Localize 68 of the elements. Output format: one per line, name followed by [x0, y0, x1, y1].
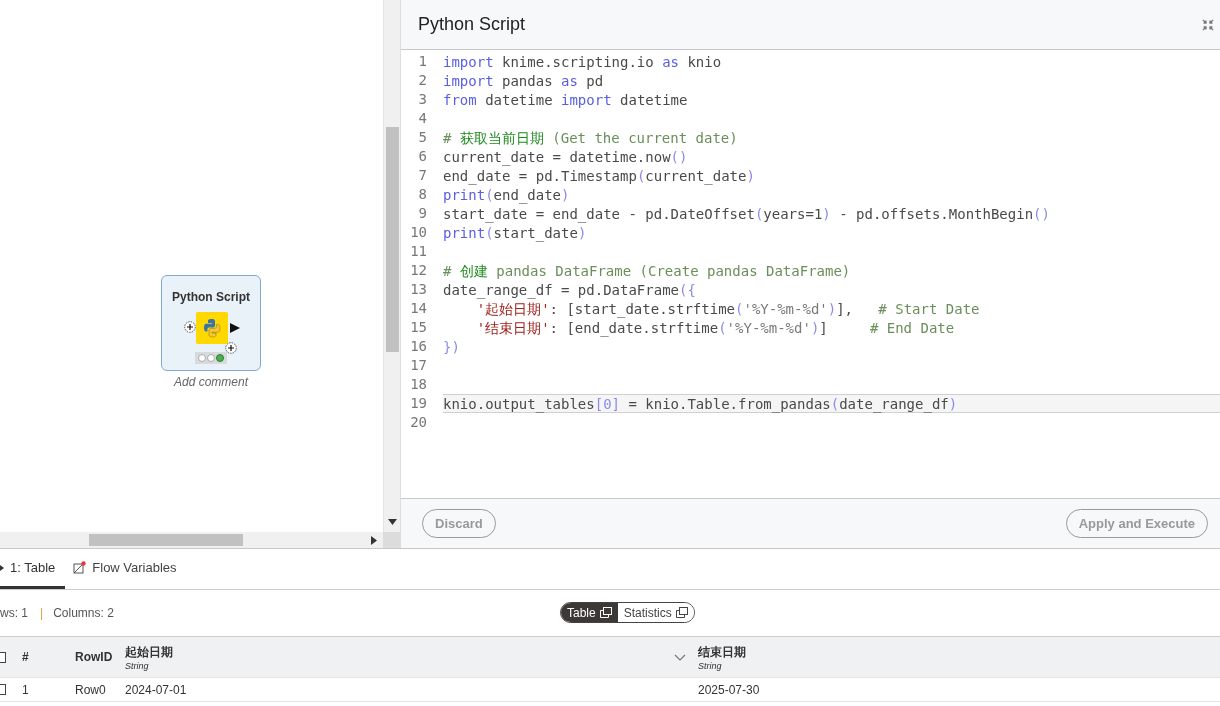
vertical-scrollbar[interactable] [383, 0, 400, 532]
code-line: '起始日期': [start_date.strftime('%Y-%m-%d')], # Start Date [475, 300, 981, 318]
line-number: 16 [409, 337, 428, 356]
code-line: current_date = datetime.now() [443, 148, 689, 166]
line-number: 3 [417, 90, 428, 109]
line-number: 5 [417, 128, 428, 147]
line-number: 9 [417, 204, 428, 223]
code-line: import pandas as pd [443, 72, 605, 90]
row-count: ws: 1 [0, 606, 28, 620]
line-number: 19 [409, 394, 428, 413]
code-line: '结束日期': [end_date.strftime('%Y-%m-%d')] # End Date [475, 319, 956, 337]
output-port-icon[interactable] [230, 323, 240, 333]
column-header[interactable]: RowID [75, 650, 125, 664]
line-number: 14 [409, 299, 428, 318]
table-cell-text: 1 [22, 682, 30, 697]
collapse-icon[interactable] [1202, 18, 1214, 31]
code-line: # 创建 pandas DataFrame (Create pandas DataFrame) [443, 262, 852, 280]
line-number: 11 [409, 242, 428, 261]
code-line: # 获取当前日期 (Get the current date) [443, 129, 739, 147]
node-title: Python Script [171, 290, 251, 304]
line-number: 6 [417, 147, 428, 166]
column-count: Columns: 2 [53, 606, 114, 620]
window-icon[interactable] [675, 607, 688, 618]
scroll-down-icon[interactable] [388, 519, 397, 525]
add-port-icon[interactable] [184, 321, 196, 333]
column-type: String [698, 660, 723, 671]
line-number: 7 [417, 166, 428, 185]
triangle-icon [0, 563, 4, 572]
horizontal-scrollbar[interactable] [0, 532, 383, 548]
line-number: 2 [417, 71, 428, 90]
table-cell-text: Row0 [75, 682, 107, 697]
column-header[interactable]: 起始日期 [125, 643, 173, 661]
line-number: 17 [409, 356, 428, 375]
code-line: from datetime import datetime [443, 91, 689, 109]
code-line: date_range_df = pd.DataFrame({ [443, 281, 697, 299]
output-tab[interactable]: 1: Table [0, 549, 66, 589]
line-number: 13 [409, 280, 428, 299]
separator: | [40, 606, 44, 620]
view-toggle-option[interactable]: Table [561, 603, 618, 622]
code-line: import knime.scripting.io as knio [443, 53, 723, 71]
add-comment-label[interactable]: Add comment [161, 375, 261, 389]
code-line: end_date = pd.Timestamp(current_date) [443, 167, 756, 185]
line-number: 20 [409, 413, 428, 432]
add-port-icon[interactable] [225, 342, 237, 354]
output-tab[interactable]: Flow Variables [73, 549, 187, 589]
line-number: 1 [417, 52, 428, 71]
column-header[interactable]: # [22, 650, 75, 664]
chevron-down-icon[interactable] [674, 653, 686, 661]
table-cell-text: 2025-07-30 [698, 682, 761, 697]
line-number: 12 [409, 261, 428, 280]
code-line: start_date = end_date - pd.DateOffset(years=1) - pd.offsets.MonthBegin() [443, 205, 1051, 223]
flow-variable-icon [73, 561, 87, 574]
window-icon[interactable] [599, 607, 612, 618]
node-card[interactable]: Python Script [161, 275, 261, 371]
code-line: print(start_date) [443, 224, 588, 242]
code-line: print(end_date) [443, 186, 571, 204]
scroll-right-icon[interactable] [371, 536, 377, 545]
editor-title: Python Script [418, 14, 526, 35]
line-number: 10 [409, 223, 428, 242]
code-line: }) [443, 338, 461, 356]
line-number: 15 [409, 318, 428, 337]
table-cell-text: 2024-07-01 [125, 682, 188, 697]
line-number: 18 [409, 375, 428, 394]
line-number: 8 [417, 185, 428, 204]
line-number: 4 [417, 109, 428, 128]
column-type: String [125, 660, 150, 671]
column-header[interactable]: 结束日期 [698, 643, 746, 661]
python-logo-icon [196, 312, 228, 344]
